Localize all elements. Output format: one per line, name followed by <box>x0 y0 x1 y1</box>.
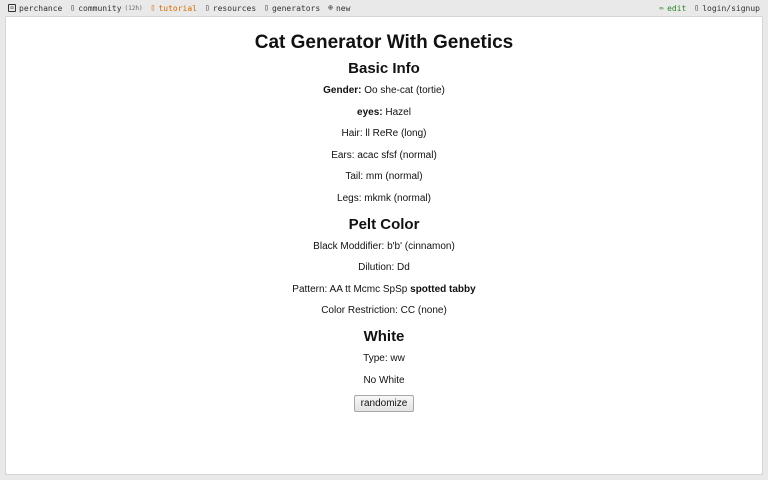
tutorial-link[interactable]: ▯ tutorial <box>151 4 197 13</box>
pattern-row: Pattern: AA tt Mcmc SpSp spotted tabby <box>6 279 762 301</box>
eyes-row: eyes: Hazel <box>6 102 762 124</box>
eyes-label: eyes: <box>357 106 383 118</box>
edit-link[interactable]: ✏ edit <box>659 4 686 13</box>
pelt-color-heading: Pelt Color <box>348 215 420 233</box>
pattern-name: spotted tabby <box>410 283 476 295</box>
generators-label: generators <box>271 3 321 13</box>
community-label: community <box>78 3 122 13</box>
grid-icon: ▯ <box>264 3 269 12</box>
login-label: login/signup <box>702 3 760 13</box>
hair-row: Hair: ll ReRe (long) <box>341 128 427 140</box>
basic-info-heading: Basic Info <box>348 60 420 77</box>
black-modifier-row: Black Moddifier: b'b' (cinnamon) <box>313 240 455 252</box>
top-nav-right: ✏ edit ▯ login/signup <box>659 4 760 13</box>
resources-label: resources <box>212 3 257 13</box>
tail-row: Tail: mm (normal) <box>345 171 423 183</box>
gender-value: Oo she-cat (tortie) <box>364 85 445 96</box>
color-restriction-row: Color Restriction: CC (none) <box>321 305 447 317</box>
legs-row: Legs: mkmk (normal) <box>337 192 431 204</box>
eyes-value: Hazel <box>385 106 411 118</box>
white-heading: White <box>363 327 405 345</box>
white-type-row: Type: ww <box>363 352 405 364</box>
new-link[interactable]: ⊕ new <box>328 4 350 13</box>
resources-link[interactable]: ▯ resources <box>205 4 256 13</box>
dice-icon: ⚄ <box>8 4 16 12</box>
new-label: new <box>335 3 351 13</box>
pattern-genes: Pattern: AA tt Mcmc SpSp <box>292 283 408 295</box>
book-icon: ▯ <box>150 3 156 12</box>
top-nav-left: ⚄ perchance ▯ community (12h) ▯ tutorial… <box>8 4 350 13</box>
top-nav-bar: ⚄ perchance ▯ community (12h) ▯ tutorial… <box>0 0 768 16</box>
login-link[interactable]: ▯ login/signup <box>694 4 760 13</box>
gender-row: Gender: Oo she-cat (tortie) <box>6 80 762 102</box>
pencil-icon: ✏ <box>659 3 665 12</box>
perchance-link[interactable]: ⚄ perchance <box>8 4 62 13</box>
folder-icon: ▯ <box>204 3 210 12</box>
randomize-button[interactable]: randomize <box>353 395 415 413</box>
generators-link[interactable]: ▯ generators <box>264 4 320 13</box>
dilution-row: Dilution: Dd <box>358 262 410 274</box>
gender-label: Gender: <box>323 85 362 96</box>
page-title: Cat Generator With Genetics <box>254 32 514 53</box>
edit-label: edit <box>667 3 687 13</box>
tutorial-label: tutorial <box>158 3 197 13</box>
generator-output-frame: Cat Generator With Genetics Basic Info G… <box>5 16 763 475</box>
perchance-label: perchance <box>19 3 63 13</box>
chat-icon: ▯ <box>70 3 76 12</box>
community-count: (12h) <box>124 4 143 12</box>
plus-circle-icon: ⊕ <box>328 3 333 12</box>
white-result-row: No White <box>363 374 405 386</box>
user-icon: ▯ <box>694 3 700 12</box>
ears-row: Ears: acac sfsf (normal) <box>331 149 437 161</box>
community-link[interactable]: ▯ community (12h) <box>70 4 142 13</box>
